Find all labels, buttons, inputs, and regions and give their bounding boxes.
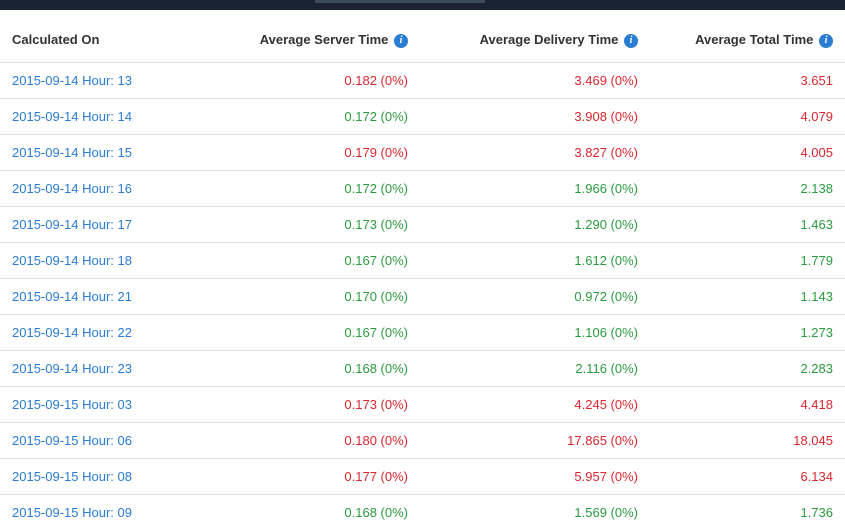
cell-avg-total-time: 2.283 bbox=[650, 350, 845, 386]
cell-avg-server-time: 0.179 (0%) bbox=[210, 134, 420, 170]
table-row: 2015-09-14 Hour: 17 0.173 (0%)1.290 (0%)1… bbox=[0, 206, 845, 242]
cell-avg-delivery-time: 3.908 (0%) bbox=[420, 98, 650, 134]
cell-calculated-on: 2015-09-14 Hour: 22 bbox=[0, 314, 210, 350]
cell-avg-delivery-time: 1.612 (0%) bbox=[420, 242, 650, 278]
calculated-on-link[interactable]: 2015-09-14 Hour: 17 bbox=[12, 217, 132, 232]
header-label: Calculated On bbox=[12, 32, 99, 47]
calculated-on-link[interactable]: 2015-09-15 Hour: 09 bbox=[12, 505, 132, 520]
calculated-on-link[interactable]: 2015-09-15 Hour: 06 bbox=[12, 433, 132, 448]
cell-avg-delivery-time: 3.469 (0%) bbox=[420, 62, 650, 98]
info-icon[interactable]: i bbox=[819, 34, 833, 48]
cell-calculated-on: 2015-09-14 Hour: 21 bbox=[0, 278, 210, 314]
cell-calculated-on: 2015-09-14 Hour: 14 bbox=[0, 98, 210, 134]
table-row: 2015-09-14 Hour: 22 0.167 (0%)1.106 (0%)1… bbox=[0, 314, 845, 350]
table-row: 2015-09-14 Hour: 23 0.168 (0%)2.116 (0%)2… bbox=[0, 350, 845, 386]
timing-table: Calculated On Average Server Time i Aver… bbox=[0, 22, 845, 530]
col-header-avg-delivery-time[interactable]: Average Delivery Time i bbox=[420, 22, 650, 62]
col-header-calculated-on[interactable]: Calculated On bbox=[0, 22, 210, 62]
cell-calculated-on: 2015-09-15 Hour: 08 bbox=[0, 458, 210, 494]
cell-avg-delivery-time: 1.106 (0%) bbox=[420, 314, 650, 350]
cell-calculated-on: 2015-09-15 Hour: 03 bbox=[0, 386, 210, 422]
table-row: 2015-09-14 Hour: 21 0.170 (0%)0.972 (0%)1… bbox=[0, 278, 845, 314]
calculated-on-link[interactable]: 2015-09-14 Hour: 15 bbox=[12, 145, 132, 160]
cell-avg-server-time: 0.180 (0%) bbox=[210, 422, 420, 458]
cell-avg-server-time: 0.167 (0%) bbox=[210, 242, 420, 278]
cell-calculated-on: 2015-09-14 Hour: 13 bbox=[0, 62, 210, 98]
cell-calculated-on: 2015-09-15 Hour: 06 bbox=[0, 422, 210, 458]
header-label: Average Delivery Time bbox=[480, 32, 619, 47]
cell-avg-total-time: 4.079 bbox=[650, 98, 845, 134]
cell-avg-server-time: 0.168 (0%) bbox=[210, 494, 420, 530]
cell-avg-delivery-time: 1.966 (0%) bbox=[420, 170, 650, 206]
cell-avg-delivery-time: 1.569 (0%) bbox=[420, 494, 650, 530]
table-row: 2015-09-14 Hour: 16 0.172 (0%)1.966 (0%)2… bbox=[0, 170, 845, 206]
cell-avg-total-time: 1.143 bbox=[650, 278, 845, 314]
top-nav-bar bbox=[0, 0, 845, 10]
cell-avg-total-time: 4.418 bbox=[650, 386, 845, 422]
header-label: Average Total Time bbox=[695, 32, 813, 47]
cell-avg-total-time: 3.651 bbox=[650, 62, 845, 98]
info-icon[interactable]: i bbox=[624, 34, 638, 48]
cell-avg-delivery-time: 5.957 (0%) bbox=[420, 458, 650, 494]
cell-calculated-on: 2015-09-14 Hour: 15 bbox=[0, 134, 210, 170]
cell-avg-delivery-time: 2.116 (0%) bbox=[420, 350, 650, 386]
cell-avg-server-time: 0.170 (0%) bbox=[210, 278, 420, 314]
col-header-avg-server-time[interactable]: Average Server Time i bbox=[210, 22, 420, 62]
table-row: 2015-09-15 Hour: 08 0.177 (0%)5.957 (0%)6… bbox=[0, 458, 845, 494]
cell-calculated-on: 2015-09-14 Hour: 23 bbox=[0, 350, 210, 386]
col-header-avg-total-time[interactable]: Average Total Time i bbox=[650, 22, 845, 62]
cell-avg-delivery-time: 3.827 (0%) bbox=[420, 134, 650, 170]
cell-avg-total-time: 18.045 bbox=[650, 422, 845, 458]
calculated-on-link[interactable]: 2015-09-14 Hour: 21 bbox=[12, 289, 132, 304]
cell-avg-total-time: 6.134 bbox=[650, 458, 845, 494]
header-label: Average Server Time bbox=[260, 32, 389, 47]
cell-calculated-on: 2015-09-14 Hour: 17 bbox=[0, 206, 210, 242]
cell-avg-total-time: 4.005 bbox=[650, 134, 845, 170]
calculated-on-link[interactable]: 2015-09-15 Hour: 03 bbox=[12, 397, 132, 412]
cell-avg-delivery-time: 0.972 (0%) bbox=[420, 278, 650, 314]
calculated-on-link[interactable]: 2015-09-14 Hour: 13 bbox=[12, 73, 132, 88]
calculated-on-link[interactable]: 2015-09-15 Hour: 08 bbox=[12, 469, 132, 484]
cell-avg-server-time: 0.173 (0%) bbox=[210, 206, 420, 242]
cell-calculated-on: 2015-09-15 Hour: 09 bbox=[0, 494, 210, 530]
table-row: 2015-09-14 Hour: 13 0.182 (0%)3.469 (0%)3… bbox=[0, 62, 845, 98]
cell-avg-total-time: 1.463 bbox=[650, 206, 845, 242]
table-row: 2015-09-14 Hour: 15 0.179 (0%)3.827 (0%)4… bbox=[0, 134, 845, 170]
cell-avg-server-time: 0.177 (0%) bbox=[210, 458, 420, 494]
calculated-on-link[interactable]: 2015-09-14 Hour: 23 bbox=[12, 361, 132, 376]
cell-avg-server-time: 0.182 (0%) bbox=[210, 62, 420, 98]
cell-avg-delivery-time: 1.290 (0%) bbox=[420, 206, 650, 242]
cell-calculated-on: 2015-09-14 Hour: 18 bbox=[0, 242, 210, 278]
cell-avg-total-time: 1.779 bbox=[650, 242, 845, 278]
calculated-on-link[interactable]: 2015-09-14 Hour: 16 bbox=[12, 181, 132, 196]
calculated-on-link[interactable]: 2015-09-14 Hour: 14 bbox=[12, 109, 132, 124]
cell-avg-server-time: 0.173 (0%) bbox=[210, 386, 420, 422]
cell-avg-server-time: 0.172 (0%) bbox=[210, 98, 420, 134]
calculated-on-link[interactable]: 2015-09-14 Hour: 22 bbox=[12, 325, 132, 340]
table-row: 2015-09-14 Hour: 18 0.167 (0%)1.612 (0%)1… bbox=[0, 242, 845, 278]
cell-avg-total-time: 1.273 bbox=[650, 314, 845, 350]
cell-avg-total-time: 1.736 bbox=[650, 494, 845, 530]
cell-avg-server-time: 0.172 (0%) bbox=[210, 170, 420, 206]
table-row: 2015-09-15 Hour: 09 0.168 (0%)1.569 (0%)1… bbox=[0, 494, 845, 530]
calculated-on-link[interactable]: 2015-09-14 Hour: 18 bbox=[12, 253, 132, 268]
cell-avg-server-time: 0.167 (0%) bbox=[210, 314, 420, 350]
cell-avg-server-time: 0.168 (0%) bbox=[210, 350, 420, 386]
table-row: 2015-09-15 Hour: 03 0.173 (0%)4.245 (0%)4… bbox=[0, 386, 845, 422]
cell-avg-delivery-time: 17.865 (0%) bbox=[420, 422, 650, 458]
table-row: 2015-09-14 Hour: 14 0.172 (0%)3.908 (0%)4… bbox=[0, 98, 845, 134]
table-row: 2015-09-15 Hour: 06 0.180 (0%)17.865 (0%)… bbox=[0, 422, 845, 458]
cell-calculated-on: 2015-09-14 Hour: 16 bbox=[0, 170, 210, 206]
cell-avg-delivery-time: 4.245 (0%) bbox=[420, 386, 650, 422]
info-icon[interactable]: i bbox=[394, 34, 408, 48]
cell-avg-total-time: 2.138 bbox=[650, 170, 845, 206]
table-body: 2015-09-14 Hour: 130.182 (0%)3.469 (0%)3… bbox=[0, 62, 845, 530]
